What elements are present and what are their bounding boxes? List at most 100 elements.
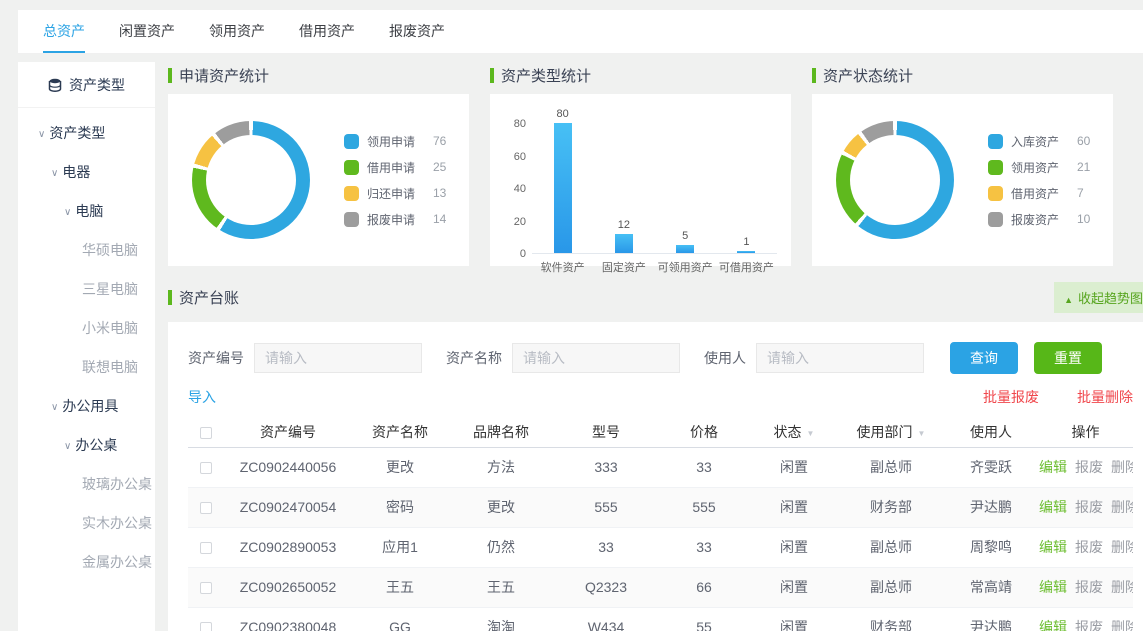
scrap-link[interactable]: 报废 bbox=[1075, 499, 1103, 515]
search-button[interactable]: 查询 bbox=[950, 342, 1018, 374]
legend-item[interactable]: 报废资产10 bbox=[988, 206, 1090, 232]
row-checkbox-cell bbox=[188, 487, 224, 527]
row-checkbox[interactable] bbox=[200, 502, 212, 514]
cell-user: 齐雯跃 bbox=[944, 447, 1038, 487]
legend-item[interactable]: 借用资产7 bbox=[988, 180, 1090, 206]
tab-0[interactable]: 总资产 bbox=[43, 10, 85, 53]
edit-link[interactable]: 编辑 bbox=[1039, 619, 1067, 631]
row-checkbox[interactable] bbox=[200, 622, 212, 631]
x-category-label: 软件资产 bbox=[532, 254, 593, 275]
column-header-label: 型号 bbox=[592, 424, 620, 440]
cell-model: 555 bbox=[554, 487, 658, 527]
cell-dept: 副总师 bbox=[838, 527, 944, 567]
chart-panel-2: 入库资产60领用资产21借用资产7报废资产10 bbox=[812, 94, 1113, 266]
row-checkbox[interactable] bbox=[200, 582, 212, 594]
bar-value-label: 12 bbox=[618, 219, 630, 231]
legend-item[interactable]: 领用资产21 bbox=[988, 154, 1090, 180]
filter-input-1[interactable] bbox=[512, 343, 680, 373]
tree-item-6[interactable]: 联想电脑 bbox=[18, 348, 155, 387]
filter-label: 使用人 bbox=[704, 348, 746, 368]
tree-item-8[interactable]: 办公桌 bbox=[18, 426, 155, 465]
select-all-checkbox[interactable] bbox=[200, 427, 212, 439]
batch-delete-link[interactable]: 批量删除 bbox=[1077, 387, 1133, 407]
delete-link[interactable]: 删除 bbox=[1111, 579, 1133, 595]
cell-brand: 仍然 bbox=[448, 527, 554, 567]
tree-item-4[interactable]: 三星电脑 bbox=[18, 270, 155, 309]
cell-price: 33 bbox=[658, 527, 750, 567]
collapse-trend-button[interactable]: 收起趋势图 bbox=[1054, 282, 1143, 313]
filter-icon[interactable] bbox=[802, 424, 815, 440]
tree-item-label: 电器 bbox=[62, 164, 90, 180]
chevron-down-icon bbox=[51, 164, 62, 180]
delete-link[interactable]: 删除 bbox=[1111, 499, 1133, 515]
legend-item[interactable]: 归还申请13 bbox=[344, 180, 446, 206]
edit-link[interactable]: 编辑 bbox=[1039, 579, 1067, 595]
cell-price: 55 bbox=[658, 607, 750, 631]
bar-slot: 12 bbox=[593, 234, 654, 254]
tab-4[interactable]: 报废资产 bbox=[389, 10, 445, 53]
chart-legend: 入库资产60领用资产21借用资产7报废资产10 bbox=[988, 128, 1090, 232]
y-tick-label: 40 bbox=[514, 183, 526, 195]
tree-item-1[interactable]: 电器 bbox=[18, 153, 155, 192]
scrap-link[interactable]: 报废 bbox=[1075, 539, 1103, 555]
cell-actions: 编辑报废删除 bbox=[1038, 447, 1133, 487]
legend-item[interactable]: 领用申请76 bbox=[344, 128, 446, 154]
cell-model: 33 bbox=[554, 527, 658, 567]
scrap-link[interactable]: 报废 bbox=[1075, 619, 1103, 631]
filter-input-0[interactable] bbox=[254, 343, 422, 373]
reset-button[interactable]: 重置 bbox=[1034, 342, 1102, 374]
filter-group-2: 使用人 bbox=[704, 343, 924, 373]
legend-label: 借用申请 bbox=[367, 159, 433, 176]
cell-status: 闲置 bbox=[750, 527, 838, 567]
tree-item-5[interactable]: 小米电脑 bbox=[18, 309, 155, 348]
legend-item[interactable]: 报废申请14 bbox=[344, 206, 446, 232]
row-checkbox[interactable] bbox=[200, 462, 212, 474]
legend-label: 入库资产 bbox=[1011, 133, 1077, 150]
edit-link[interactable]: 编辑 bbox=[1039, 499, 1067, 515]
cell-actions: 编辑报废删除 bbox=[1038, 567, 1133, 607]
section-marker bbox=[168, 68, 172, 83]
delete-link[interactable]: 删除 bbox=[1111, 619, 1133, 631]
tree-item-2[interactable]: 电脑 bbox=[18, 192, 155, 231]
chart-title: 资产状态统计 bbox=[812, 62, 1113, 88]
tree-item-7[interactable]: 办公用具 bbox=[18, 387, 155, 426]
cell-model: W434 bbox=[554, 607, 658, 631]
tree-item-11[interactable]: 金属办公桌 bbox=[18, 543, 155, 582]
ledger-panel: 资产编号资产名称使用人查询重置 导入 批量报废 批量删除 资产编号资产名称品牌名… bbox=[168, 322, 1143, 631]
cell-user: 常高靖 bbox=[944, 567, 1038, 607]
chart-title-text: 资产状态统计 bbox=[823, 65, 913, 86]
donut-chart bbox=[836, 121, 954, 239]
import-link[interactable]: 导入 bbox=[188, 387, 216, 407]
scrap-link[interactable]: 报废 bbox=[1075, 579, 1103, 595]
page-content: 资产类型 资产类型电器电脑华硕电脑三星电脑小米电脑联想电脑办公用具办公桌玻璃办公… bbox=[18, 62, 1113, 631]
legend-item[interactable]: 入库资产60 bbox=[988, 128, 1090, 154]
legend-value: 7 bbox=[1077, 186, 1084, 200]
batch-scrap-link[interactable]: 批量报废 bbox=[983, 387, 1039, 407]
filter-icon[interactable] bbox=[913, 424, 926, 440]
tree-item-9[interactable]: 玻璃办公桌 bbox=[18, 465, 155, 504]
delete-link[interactable]: 删除 bbox=[1111, 539, 1133, 555]
delete-link[interactable]: 删除 bbox=[1111, 459, 1133, 475]
tree-item-3[interactable]: 华硕电脑 bbox=[18, 231, 155, 270]
column-header-label: 品牌名称 bbox=[473, 424, 529, 440]
legend-label: 报废申请 bbox=[367, 211, 433, 228]
legend-value: 14 bbox=[433, 212, 446, 226]
scrap-link[interactable]: 报废 bbox=[1075, 459, 1103, 475]
x-category-label: 固定资产 bbox=[593, 254, 654, 275]
tab-1[interactable]: 闲置资产 bbox=[119, 10, 175, 53]
filter-input-2[interactable] bbox=[756, 343, 924, 373]
edit-link[interactable]: 编辑 bbox=[1039, 539, 1067, 555]
tree-item-10[interactable]: 实木办公桌 bbox=[18, 504, 155, 543]
top-tab-bar: 总资产闲置资产领用资产借用资产报废资产 bbox=[18, 10, 1143, 54]
row-checkbox-cell bbox=[188, 567, 224, 607]
tree-item-0[interactable]: 资产类型 bbox=[18, 114, 155, 153]
chevron-down-icon bbox=[64, 203, 75, 219]
cell-actions: 编辑报废删除 bbox=[1038, 487, 1133, 527]
row-checkbox[interactable] bbox=[200, 542, 212, 554]
tree-item-label: 小米电脑 bbox=[82, 320, 138, 336]
cell-brand: 淘淘 bbox=[448, 607, 554, 631]
edit-link[interactable]: 编辑 bbox=[1039, 459, 1067, 475]
legend-item[interactable]: 借用申请25 bbox=[344, 154, 446, 180]
tab-3[interactable]: 借用资产 bbox=[299, 10, 355, 53]
tab-2[interactable]: 领用资产 bbox=[209, 10, 265, 53]
